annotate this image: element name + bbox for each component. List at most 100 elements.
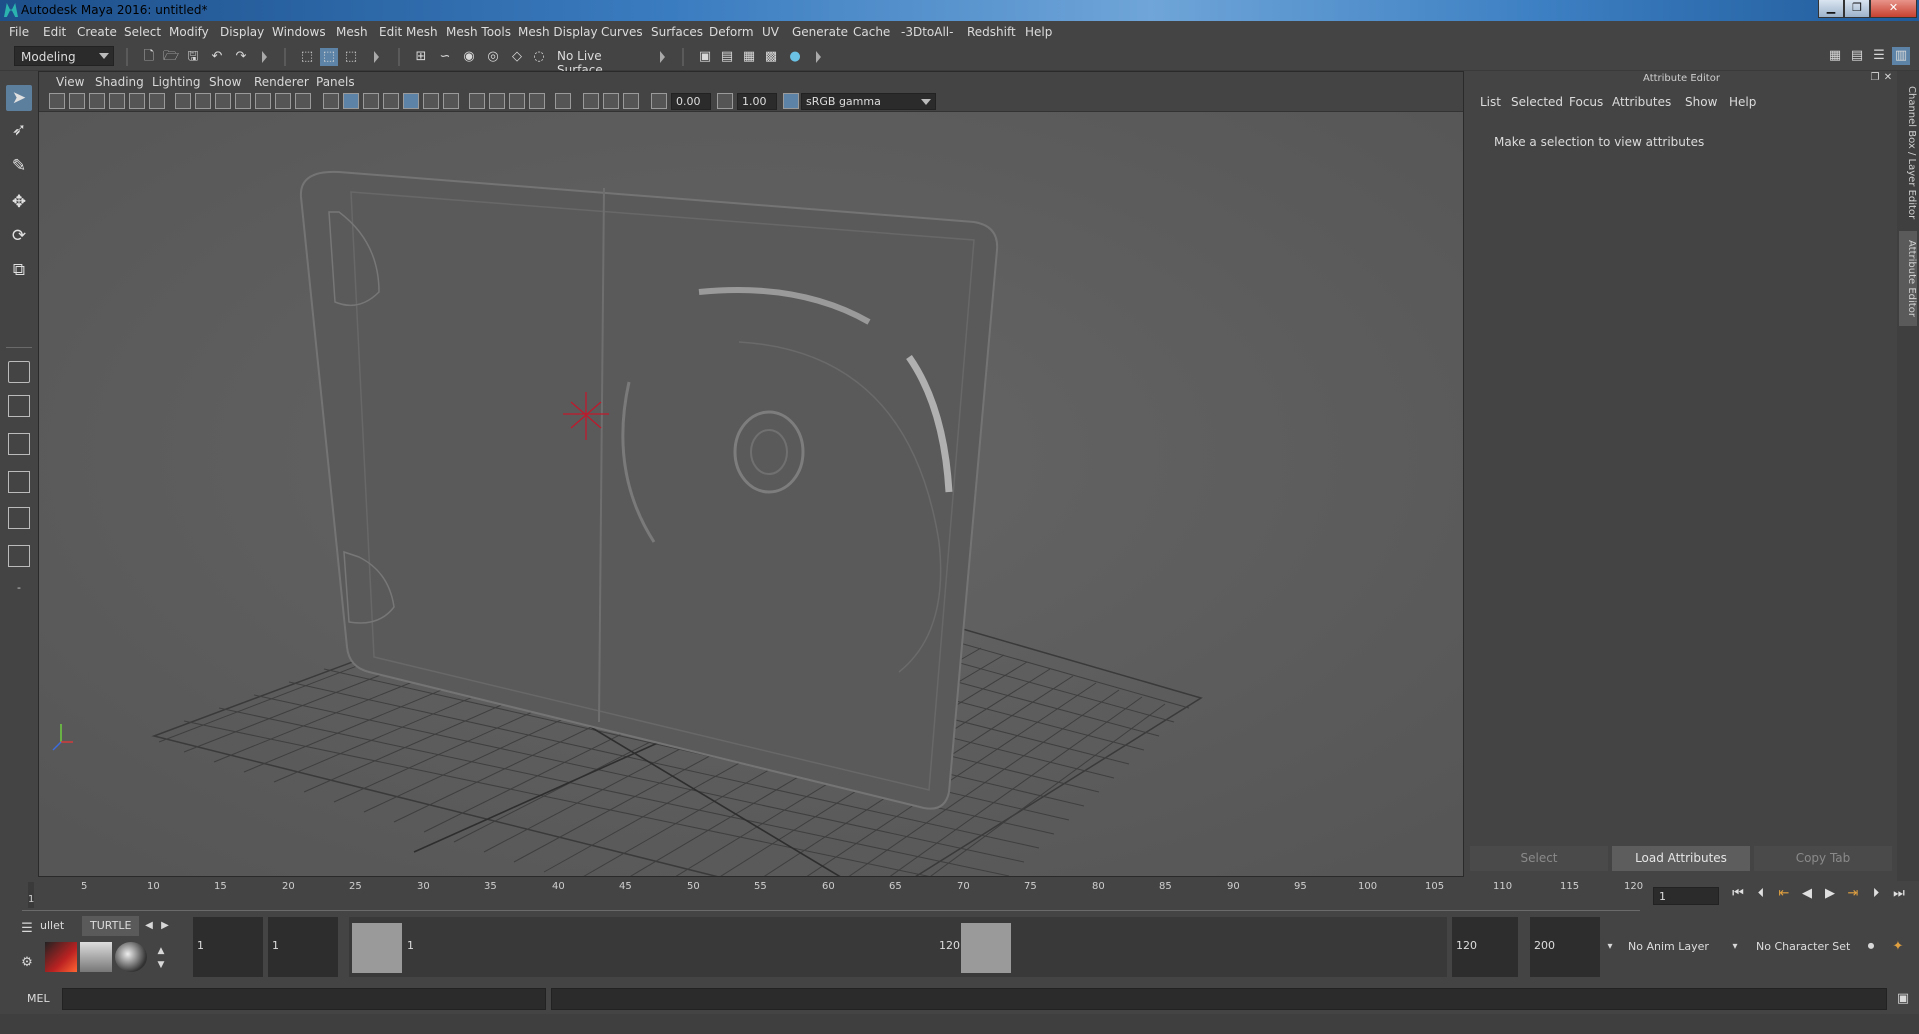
command-input[interactable] bbox=[62, 988, 546, 1010]
film-gate-icon[interactable] bbox=[195, 93, 211, 109]
snap-to-projected-center-icon[interactable]: ◎ bbox=[484, 48, 502, 66]
persp-outliner-layout-icon[interactable] bbox=[8, 507, 30, 529]
menu-surfaces[interactable]: Surfaces bbox=[651, 25, 703, 39]
auto-key-icon[interactable]: ⏺ bbox=[1862, 938, 1880, 956]
snap-to-view-plane-icon[interactable]: ◇ bbox=[508, 48, 526, 66]
anim-layer-selector[interactable]: No Anim Layer bbox=[1622, 917, 1722, 977]
resolution-gate-icon[interactable] bbox=[215, 93, 231, 109]
menu-create[interactable]: Create bbox=[77, 25, 117, 39]
shelf-settings-icon[interactable]: ⚙ bbox=[18, 954, 36, 972]
select-tool-icon[interactable]: ➤ bbox=[6, 85, 32, 111]
textured-icon[interactable] bbox=[423, 93, 439, 109]
step-forward-key-icon[interactable]: ⇥ bbox=[1844, 885, 1862, 903]
safe-title-icon[interactable] bbox=[295, 93, 311, 109]
step-back-key-icon[interactable]: ⇤ bbox=[1775, 885, 1793, 903]
color-management-icon[interactable] bbox=[783, 93, 799, 109]
shelf-scroll-down-icon[interactable]: ▼ bbox=[152, 956, 170, 974]
step-back-frame-icon[interactable]: ⏴ bbox=[1752, 885, 1770, 903]
panel-menu-view[interactable]: View bbox=[56, 75, 84, 89]
live-surface-field[interactable]: No Live Surface bbox=[551, 46, 651, 77]
playback-start-field[interactable]: 1 bbox=[268, 917, 338, 977]
tab-attribute-editor[interactable]: Attribute Editor bbox=[1899, 231, 1917, 326]
hypershade-icon[interactable]: ● bbox=[786, 48, 804, 66]
exposure-icon[interactable] bbox=[651, 93, 667, 109]
panel-menu-lighting[interactable]: Lighting bbox=[152, 75, 201, 89]
close-panel-icon[interactable]: ✕ bbox=[1881, 71, 1895, 85]
attr-menu-focus[interactable]: Focus bbox=[1569, 95, 1603, 109]
shadows-icon[interactable] bbox=[469, 93, 485, 109]
play-backwards-icon[interactable]: ◀ bbox=[1798, 885, 1816, 903]
turtle-bake-icon[interactable] bbox=[80, 942, 112, 972]
camera-attributes-icon[interactable] bbox=[69, 93, 85, 109]
select-by-object-icon[interactable]: ⬚ bbox=[320, 48, 338, 66]
2d-pan-zoom-icon[interactable] bbox=[129, 93, 145, 109]
attr-menu-list[interactable]: List bbox=[1480, 95, 1501, 109]
lasso-tool-icon[interactable]: ➶ bbox=[6, 117, 32, 143]
grid-toggle-icon[interactable] bbox=[175, 93, 191, 109]
panel-menu-show[interactable]: Show bbox=[209, 75, 241, 89]
copy-tab-button[interactable]: Copy Tab bbox=[1754, 846, 1892, 871]
xray-active-components-icon[interactable] bbox=[603, 93, 619, 109]
attr-menu-selected[interactable]: Selected bbox=[1511, 95, 1563, 109]
use-all-lights-icon[interactable] bbox=[443, 93, 459, 109]
load-attributes-button[interactable]: Load Attributes bbox=[1612, 846, 1750, 871]
toggle-outliner-icon[interactable]: ☰ bbox=[1870, 47, 1888, 65]
attr-menu-show[interactable]: Show bbox=[1685, 95, 1717, 109]
move-tool-icon[interactable]: ✥ bbox=[6, 189, 32, 215]
attr-menu-attributes[interactable]: Attributes bbox=[1612, 95, 1671, 109]
range-start-handle[interactable] bbox=[352, 923, 402, 973]
use-default-material-icon[interactable] bbox=[363, 93, 379, 109]
snap-to-point-icon[interactable]: ◉ bbox=[460, 48, 478, 66]
menu-mesh[interactable]: Mesh bbox=[336, 25, 368, 39]
anti-aliasing-icon[interactable] bbox=[529, 93, 545, 109]
turtle-shader-icon[interactable] bbox=[115, 942, 147, 972]
panel-menu-shading[interactable]: Shading bbox=[95, 75, 144, 89]
render-current-frame-icon[interactable]: ▣ bbox=[696, 48, 714, 66]
render-settings-icon[interactable]: ▩ bbox=[762, 48, 780, 66]
backface-culling-icon[interactable] bbox=[623, 93, 639, 109]
save-scene-icon[interactable]: 🖫 bbox=[184, 48, 202, 66]
single-perspective-layout-icon[interactable] bbox=[8, 361, 30, 383]
menu-redshift[interactable]: Redshift bbox=[967, 25, 1016, 39]
gamma-field[interactable]: 1.00 bbox=[737, 93, 777, 110]
rotate-tool-icon[interactable]: ⟳ bbox=[6, 223, 32, 249]
four-view-layout-icon[interactable] bbox=[8, 395, 30, 417]
collapse-arrow-icon[interactable] bbox=[262, 51, 267, 63]
turtle-render-icon[interactable] bbox=[45, 942, 77, 972]
range-end-handle[interactable] bbox=[961, 923, 1011, 973]
snap-to-grid-icon[interactable]: ⊞ bbox=[412, 48, 430, 66]
paint-select-tool-icon[interactable]: ✎ bbox=[6, 153, 32, 179]
restore-button[interactable]: ❐ bbox=[1844, 0, 1870, 18]
bookmarks-icon[interactable] bbox=[89, 93, 105, 109]
exposure-field[interactable]: 0.00 bbox=[671, 93, 711, 110]
xray-joints-icon[interactable] bbox=[583, 93, 599, 109]
menu-3dtoall[interactable]: -3DtoAll- bbox=[901, 25, 953, 39]
shelf-scroll-right-icon[interactable]: ▶ bbox=[156, 917, 174, 935]
toggle-modeling-toolkit-icon[interactable]: ▤ bbox=[1848, 47, 1866, 65]
animation-preferences-icon[interactable]: ✦ bbox=[1889, 938, 1907, 956]
collapse-arrow-icon[interactable] bbox=[816, 51, 821, 63]
wireframe-icon[interactable] bbox=[323, 93, 339, 109]
motion-blur-icon[interactable] bbox=[509, 93, 525, 109]
panel-menu-panels[interactable]: Panels bbox=[316, 75, 355, 89]
go-to-end-icon[interactable]: ⏭ bbox=[1890, 885, 1908, 903]
go-to-start-icon[interactable]: ⏮ bbox=[1729, 885, 1747, 903]
tab-channel-box-layer-editor[interactable]: Channel Box / Layer Editor bbox=[1899, 83, 1917, 223]
menu-select[interactable]: Select bbox=[124, 25, 161, 39]
snap-to-curve-icon[interactable]: ∽ bbox=[436, 48, 454, 66]
grease-pencil-icon[interactable] bbox=[149, 93, 165, 109]
menu-windows[interactable]: Windows bbox=[272, 25, 326, 39]
ipr-render-icon[interactable]: ▦ bbox=[740, 48, 758, 66]
image-plane-icon[interactable] bbox=[109, 93, 125, 109]
panel-menu-renderer[interactable]: Renderer bbox=[254, 75, 309, 89]
script-language-label[interactable]: MEL bbox=[27, 992, 50, 1005]
minimize-button[interactable]: ▁ bbox=[1818, 0, 1844, 18]
3d-viewport[interactable]: persp bbox=[39, 112, 1463, 906]
menu-edit[interactable]: Edit bbox=[43, 25, 66, 39]
select-by-component-icon[interactable]: ⬚ bbox=[342, 48, 360, 66]
redo-icon[interactable]: ↷ bbox=[232, 48, 250, 66]
gamma-icon[interactable] bbox=[717, 93, 733, 109]
shelf-tab-bullet[interactable]: ullet bbox=[32, 916, 72, 936]
safe-action-icon[interactable] bbox=[275, 93, 291, 109]
more-layouts-icon[interactable]: - bbox=[8, 581, 30, 603]
